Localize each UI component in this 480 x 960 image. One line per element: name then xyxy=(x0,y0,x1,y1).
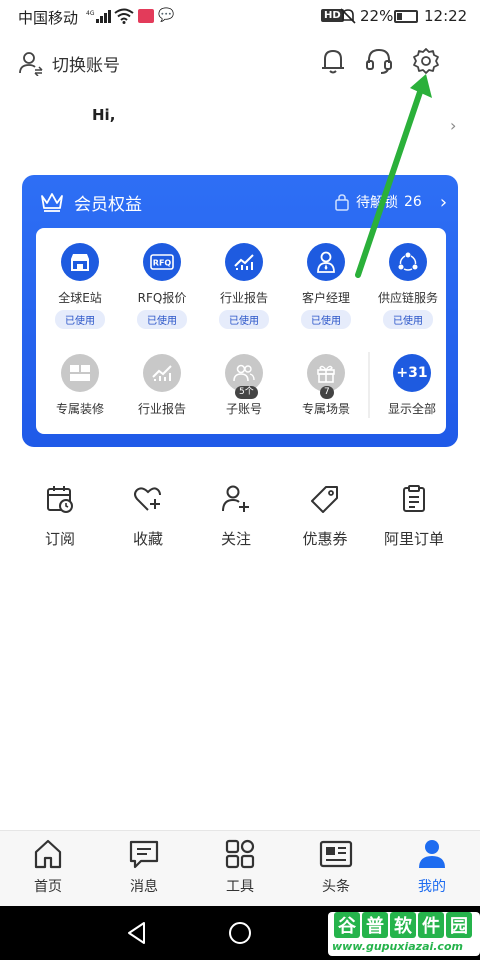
watermark-url: www.gupuxiazai.com xyxy=(332,940,463,953)
quick-label: 收藏 xyxy=(132,530,163,548)
tab-mine[interactable]: 我的 xyxy=(392,838,472,896)
layout-icon xyxy=(61,354,99,392)
tab-label: 首页 xyxy=(34,879,62,895)
used-badge: 已使用 xyxy=(219,310,269,329)
benefit-label: 子账号 xyxy=(225,402,262,416)
benefit-exclusive-scenes[interactable]: 7 专属场景 xyxy=(286,354,366,417)
benefit-exclusive-decoration[interactable]: 专属装修 xyxy=(40,354,120,417)
tab-tools[interactable]: 工具 xyxy=(200,838,280,896)
used-badge: 已使用 xyxy=(55,310,105,329)
chart-icon xyxy=(225,243,263,281)
tab-messages[interactable]: 消息 xyxy=(104,838,184,896)
heart-plus-icon xyxy=(134,487,161,511)
rfq-icon: RFQ xyxy=(143,243,181,281)
app-notification-icon xyxy=(138,9,154,23)
calendar-clock-icon xyxy=(47,486,73,513)
tab-label: 工具 xyxy=(226,879,254,895)
benefit-label: 供应链服务 xyxy=(377,291,438,305)
tab-label: 消息 xyxy=(130,879,158,895)
switch-user-icon xyxy=(19,52,43,76)
sub-account-count: 5个 xyxy=(235,386,258,399)
quick-favorites[interactable]: 收藏 xyxy=(108,484,188,549)
benefit-label: RFQ报价 xyxy=(137,291,187,305)
tab-headlines[interactable]: 头条 xyxy=(296,838,376,896)
quick-label: 关注 xyxy=(220,530,251,548)
battery-percent: 22% xyxy=(360,7,394,25)
profile-chevron-right-icon[interactable]: › xyxy=(450,116,456,135)
member-benefits-header: 会员权益 xyxy=(40,188,142,216)
switch-account-label: 切换账号 xyxy=(52,55,120,76)
svg-text:RFQ: RFQ xyxy=(153,259,172,268)
quick-label: 优惠券 xyxy=(302,530,348,548)
watermark-char: 普 xyxy=(362,912,388,938)
tab-label: 头条 xyxy=(322,879,350,895)
status-bar: 中国移动 4G 💬 HD 22% 12:22 xyxy=(0,0,480,34)
benefit-global-estation[interactable]: 全球E站 已使用 xyxy=(40,243,120,329)
benefit-industry-report[interactable]: 行业报告 已使用 xyxy=(204,243,284,329)
clipboard-icon xyxy=(403,485,425,512)
user-plus-icon xyxy=(222,485,249,512)
watermark-char: 软 xyxy=(390,912,416,938)
grid-icon xyxy=(225,839,255,869)
annotation-arrow xyxy=(355,74,432,278)
clock: 12:22 xyxy=(424,7,468,25)
quick-follow[interactable]: 关注 xyxy=(196,484,276,549)
tab-label: 我的 xyxy=(418,879,446,895)
watermark-char: 谷 xyxy=(334,912,360,938)
benefit-rfq[interactable]: RFQ RFQ报价 已使用 xyxy=(122,243,202,329)
quick-subscribe[interactable]: 订阅 xyxy=(20,484,100,549)
switch-account-button[interactable]: 切换账号 xyxy=(18,48,120,78)
used-badge: 已使用 xyxy=(383,310,433,329)
news-icon xyxy=(319,840,353,868)
users-icon: 5个 xyxy=(225,354,263,399)
benefit-industry-report-2[interactable]: 行业报告 xyxy=(122,354,202,417)
tag-icon xyxy=(311,486,338,513)
wifi-icon xyxy=(114,8,134,24)
chat-bubble-icon: 💬 xyxy=(158,8,175,23)
benefit-label: 行业报告 xyxy=(219,291,268,305)
more-count-badge: +31 xyxy=(393,354,431,392)
watermark-char: 园 xyxy=(446,912,472,938)
mute-bell-icon xyxy=(340,8,356,24)
benefit-label: 专属装修 xyxy=(55,402,104,416)
store-icon xyxy=(61,243,99,281)
battery-icon xyxy=(394,10,418,23)
benefit-label: 行业报告 xyxy=(137,402,186,416)
chart-icon xyxy=(143,354,181,392)
home-nav-icon[interactable] xyxy=(227,920,253,946)
carrier-name: 中国移动 xyxy=(18,9,79,27)
network-type: 4G xyxy=(86,10,95,17)
show-all-benefits-button[interactable]: +31 显示全部 xyxy=(372,354,452,417)
benefit-label: 客户经理 xyxy=(301,291,350,305)
show-all-label: 显示全部 xyxy=(387,402,436,416)
greeting: Hi, xyxy=(92,106,116,124)
member-benefits-title: 会员权益 xyxy=(74,194,142,215)
quick-coupons[interactable]: 优惠券 xyxy=(285,484,365,549)
divider xyxy=(368,352,370,418)
watermark-logo: 谷 普 软 件 园 xyxy=(334,912,472,938)
benefit-label: 全球E站 xyxy=(58,291,102,305)
signal-icon: 4G xyxy=(86,10,111,23)
watermark-char: 件 xyxy=(418,912,444,938)
gift-icon: 7 xyxy=(307,354,345,399)
used-badge: 已使用 xyxy=(137,310,187,329)
message-icon xyxy=(129,840,159,869)
benefit-label: 专属场景 xyxy=(301,402,350,416)
used-badge: 已使用 xyxy=(301,310,351,329)
person-icon xyxy=(419,840,445,868)
benefit-sub-accounts[interactable]: 5个 子账号 xyxy=(204,354,284,417)
home-icon xyxy=(34,839,62,869)
crown-icon xyxy=(41,193,63,212)
quick-label: 阿里订单 xyxy=(383,530,444,548)
back-icon[interactable] xyxy=(124,920,150,946)
quick-label: 订阅 xyxy=(44,530,75,548)
quick-ali-orders[interactable]: 阿里订单 xyxy=(374,484,454,549)
scene-count: 7 xyxy=(320,386,334,399)
tab-home[interactable]: 首页 xyxy=(8,838,88,896)
